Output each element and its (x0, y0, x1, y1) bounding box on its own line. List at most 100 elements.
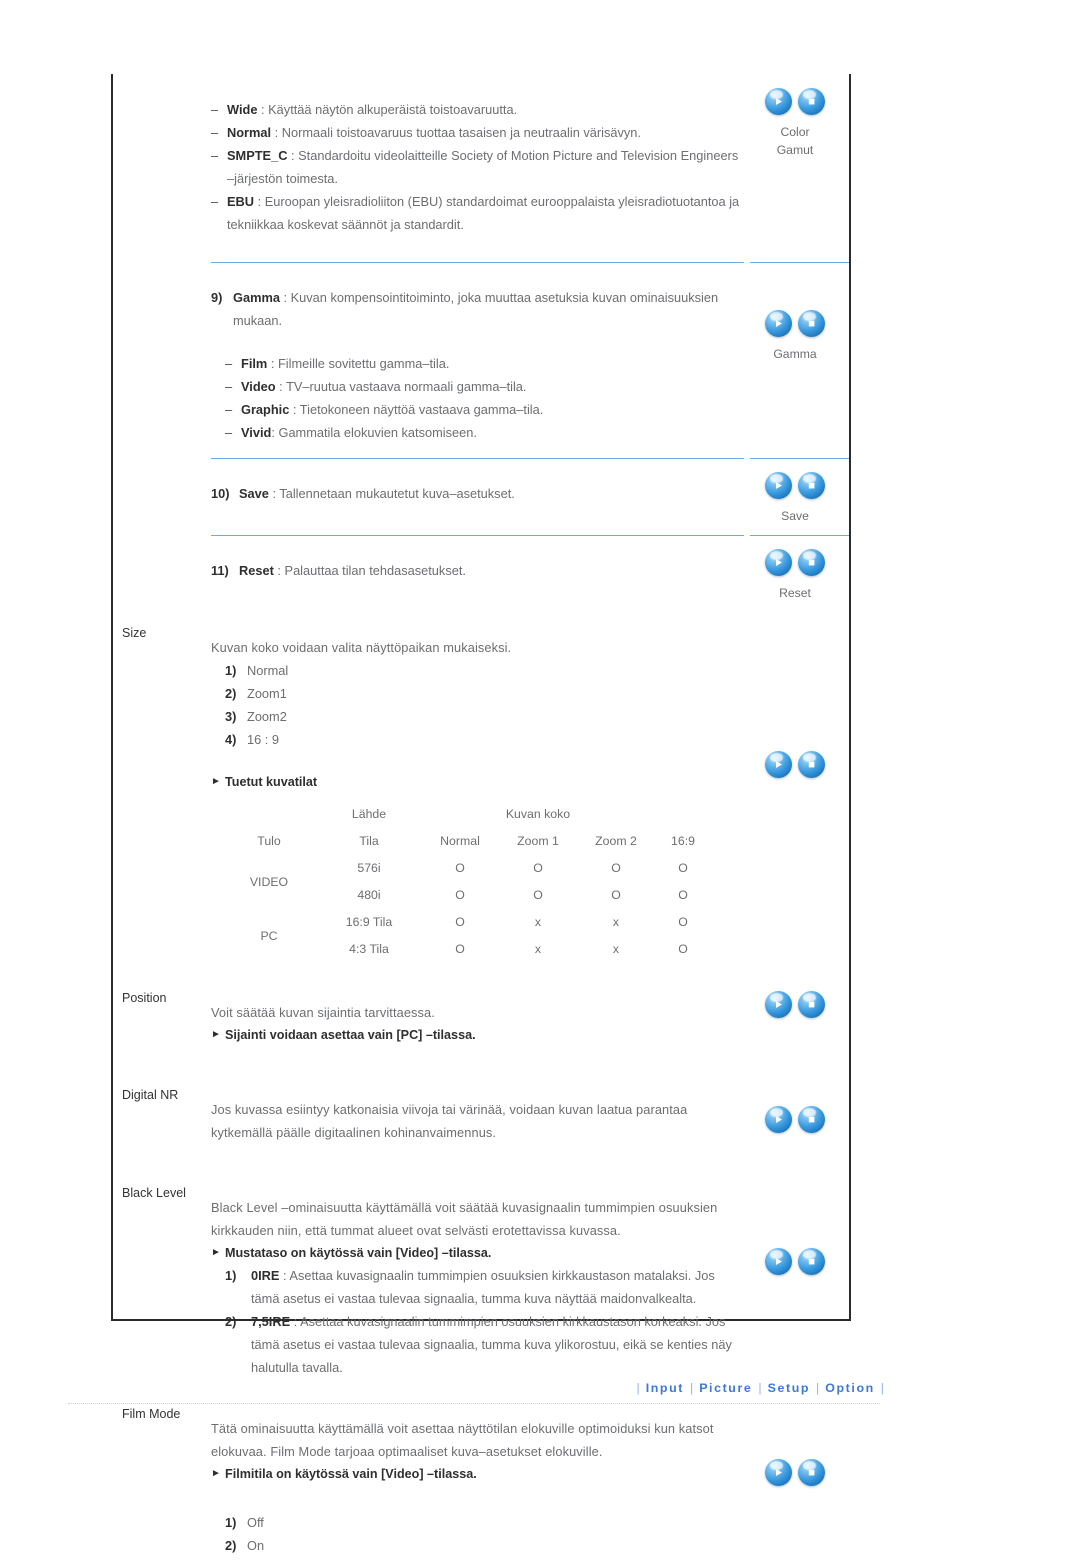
play-icon[interactable] (765, 88, 792, 115)
footer-link-input[interactable]: Input (646, 1381, 684, 1395)
stop-icon[interactable] (798, 991, 825, 1018)
stop-icon[interactable] (798, 472, 825, 499)
section-label (113, 535, 211, 612)
cell-value: O (455, 888, 465, 902)
play-icon[interactable] (765, 991, 792, 1018)
play-icon[interactable] (765, 310, 792, 337)
cell-value: O (455, 861, 465, 875)
definition: Kuvan kompensointitoiminto, joka muuttaa… (233, 290, 719, 328)
section-intro: Tätä ominaisuutta käyttämällä voit asett… (211, 1421, 714, 1459)
option-item: 2) Zoom1 (225, 682, 741, 705)
item-number: 2) (225, 1314, 237, 1329)
term: Film (241, 356, 268, 371)
cell-mode: 16:9 Tila (345, 915, 393, 929)
footer-navigation: | Input | Picture | Setup | Option | (0, 1381, 890, 1395)
separator: | (816, 1381, 820, 1395)
definition: Standardoitu videolaitteille Society of … (227, 148, 739, 186)
footer-link-picture[interactable]: Picture (699, 1381, 752, 1395)
option-label: Zoom1 (247, 686, 287, 701)
stop-icon[interactable] (798, 1459, 825, 1486)
dash-marker: – (211, 148, 219, 163)
heading-item: 10) Save : Tallennetaan mukautetut kuva–… (211, 482, 741, 505)
section-body: – Wide : Käyttää näytön alkuperäistä toi… (211, 74, 741, 262)
cell-value: x (612, 942, 620, 956)
stop-icon[interactable] (798, 1248, 825, 1275)
icon-pair (741, 751, 849, 778)
stop-icon[interactable] (798, 88, 825, 115)
cell-mode: 480i (357, 888, 381, 902)
item-number: 2) (225, 686, 237, 701)
definition: Euroopan yleisradioliiton (EBU) standard… (227, 194, 740, 232)
section-label: Digital NR (122, 1088, 179, 1102)
table-header-row: Tulo Tila Normal Zoom 1 Zoom 2 16:9 (221, 828, 711, 855)
triangle-bullet-icon: ► (211, 1029, 221, 1040)
icon-caption-line1: Save (781, 509, 809, 523)
dash-marker: – (211, 102, 219, 117)
stop-icon[interactable] (798, 310, 825, 337)
footer-link-option[interactable]: Option (825, 1381, 875, 1395)
option-label: Normal (247, 663, 289, 678)
section-icons: Color Gamut (741, 74, 849, 262)
stop-icon[interactable] (798, 549, 825, 576)
cell-value: x (534, 942, 542, 956)
separator: : (257, 102, 269, 117)
item-number: 3) (225, 709, 237, 724)
section-size: Size Kuvan koko voidaan valita näyttöpai… (113, 612, 849, 977)
icon-pair (741, 549, 849, 576)
section-note: ► Filmitila on käytössä vain [Video] –ti… (211, 1463, 741, 1485)
option-label: On (247, 1538, 265, 1553)
section-label (113, 262, 211, 458)
footer-divider (68, 1403, 880, 1405)
play-icon[interactable] (765, 1459, 792, 1486)
section-label: Black Level (122, 1186, 186, 1200)
section-label (113, 74, 211, 262)
section-label: Film Mode (122, 1407, 181, 1421)
section-body: Voit säätää kuvan sijaintia tarvittaessa… (211, 977, 741, 1074)
list-item: – Vivid: Gammatila elokuvien katsomiseen… (225, 421, 741, 444)
section-intro: Black Level –ominaisuutta käyttämällä vo… (211, 1200, 718, 1238)
term: 7,5IRE (251, 1314, 291, 1329)
section-film-mode: Film Mode Tätä ominaisuutta käyttämällä … (113, 1393, 849, 1563)
table-row: VIDEO 576i O O O O (221, 855, 711, 889)
supported-modes-table: Lähde Kuvan koko Tulo Tila Normal Zoom 1… (221, 801, 711, 963)
separator: : (290, 1314, 301, 1329)
stop-icon[interactable] (798, 751, 825, 778)
definition: Käyttää näytön alkuperäistä toistoavaruu… (268, 102, 518, 117)
table-group-header-row: Lähde Kuvan koko (221, 801, 711, 828)
section-digital-nr: Digital NR Jos kuvassa esiintyy katkonai… (113, 1074, 849, 1172)
separator: | (758, 1381, 762, 1395)
play-icon[interactable] (765, 1106, 792, 1133)
table-row: PC 16:9 Tila O x x O (221, 909, 711, 943)
separator: : (275, 379, 287, 394)
option-label: Off (247, 1515, 264, 1530)
list-item: – Graphic : Tietokoneen näyttöä vastaava… (225, 398, 741, 421)
section-body: Tätä ominaisuutta käyttämällä voit asett… (211, 1393, 741, 1563)
stop-icon[interactable] (798, 1106, 825, 1133)
play-icon[interactable] (765, 751, 792, 778)
section-body: Jos kuvassa esiintyy katkonaisia viivoja… (211, 1074, 741, 1172)
separator: : (254, 194, 265, 209)
term: Wide (227, 102, 258, 117)
term: Video (241, 379, 276, 394)
play-icon[interactable] (765, 472, 792, 499)
column-header: Tila (359, 834, 379, 848)
separator: : (267, 356, 278, 371)
icon-pair (741, 991, 849, 1018)
note-text: Mustataso on käytössä vain [Video] –tila… (225, 1246, 492, 1260)
section-color-gamut: – Wide : Käyttää näytön alkuperäistä toi… (113, 74, 849, 262)
separator: | (636, 1381, 640, 1395)
section-label (113, 458, 211, 535)
triangle-bullet-icon: ► (211, 776, 221, 787)
play-icon[interactable] (765, 549, 792, 576)
cell-value: O (533, 888, 543, 902)
play-icon[interactable] (765, 1248, 792, 1275)
definition: Palauttaa tilan tehdasasetukset. (284, 563, 466, 578)
group-header-size: Kuvan koko (505, 807, 571, 821)
cell-value: O (678, 888, 688, 902)
section-save: 10) Save : Tallennetaan mukautetut kuva–… (113, 458, 849, 535)
item-number: 4) (225, 732, 237, 747)
cell-mode: 4:3 Tila (349, 942, 389, 956)
heading-item: 11) Reset : Palauttaa tilan tehdasasetuk… (211, 559, 741, 582)
footer-link-setup[interactable]: Setup (768, 1381, 810, 1395)
section-body: 11) Reset : Palauttaa tilan tehdasasetuk… (211, 535, 741, 612)
